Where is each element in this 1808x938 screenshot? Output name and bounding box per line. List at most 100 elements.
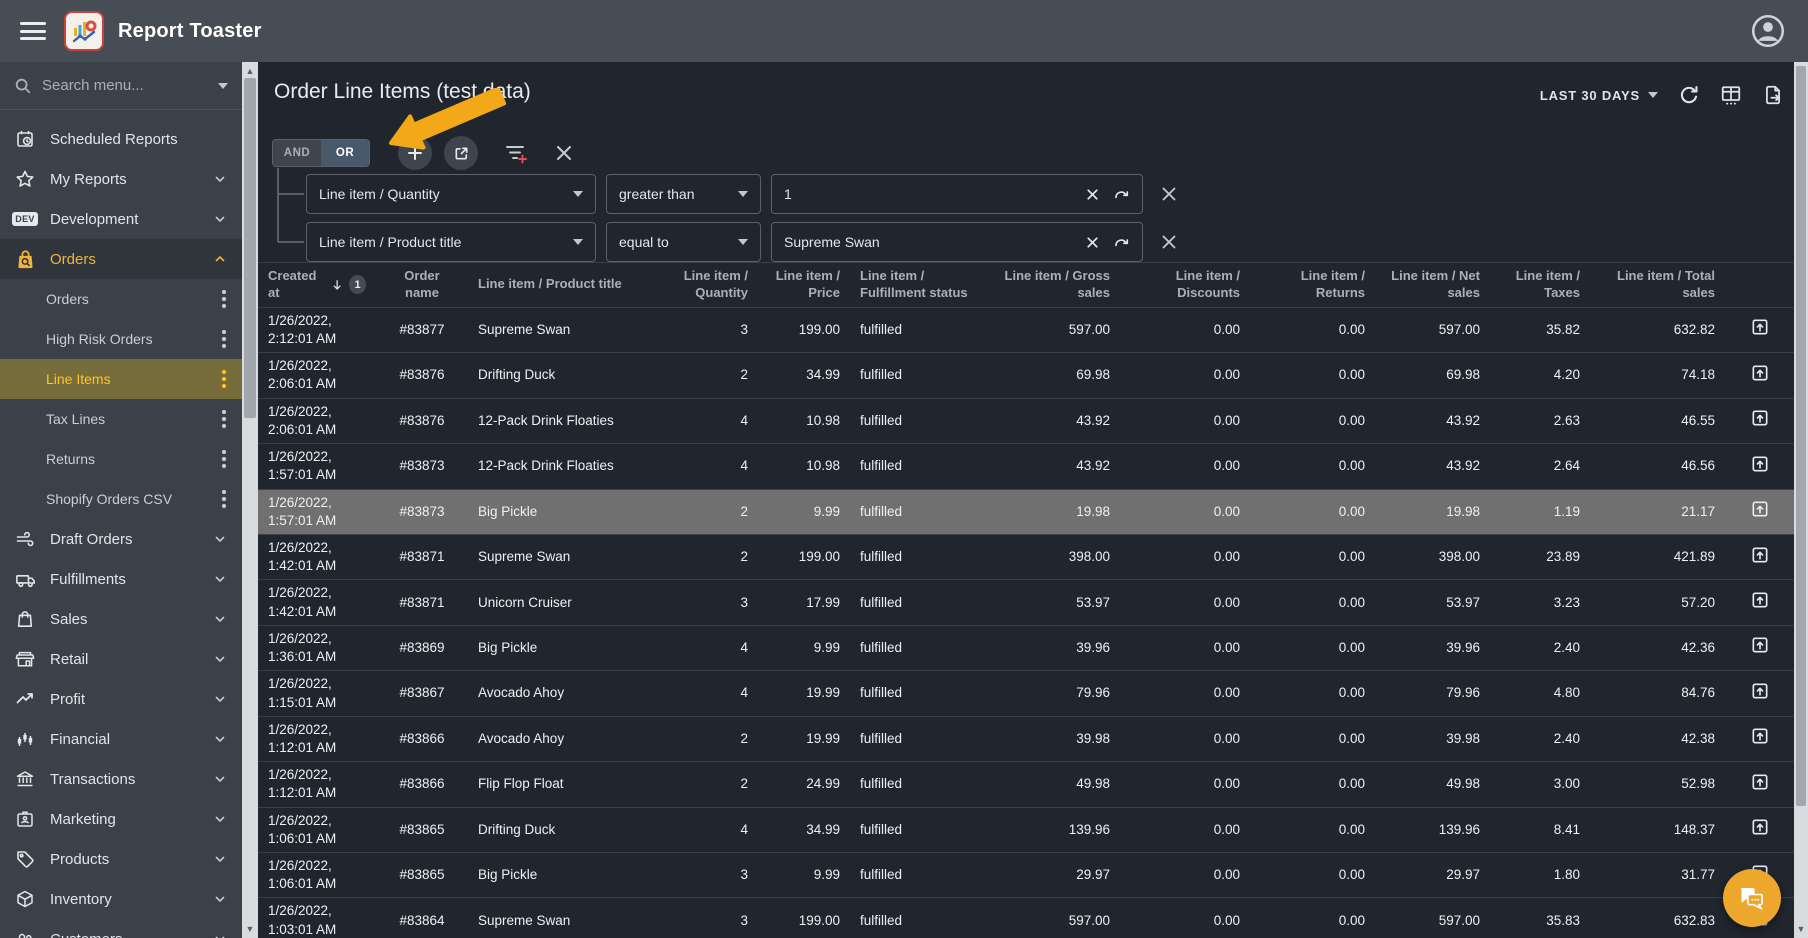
sidebar-item-marketing[interactable]: Marketing — [0, 799, 242, 839]
sidebar-subitem-high-risk-orders[interactable]: High Risk Orders — [0, 319, 242, 359]
taxes-cell: 2.40 — [1490, 625, 1590, 672]
add-filter-group-button[interactable] — [444, 136, 478, 170]
menu-icon[interactable] — [20, 22, 46, 40]
column-header-created-at[interactable]: Created at 1 — [258, 262, 376, 308]
open-order-icon[interactable] — [1750, 590, 1770, 610]
remove-filter-icon[interactable] — [1159, 184, 1179, 204]
more-options-icon[interactable] — [220, 448, 228, 470]
sidebar-item-inventory[interactable]: Inventory — [0, 879, 242, 919]
open-order-icon[interactable] — [1750, 726, 1770, 746]
open-order-icon[interactable] — [1750, 317, 1770, 337]
table-row[interactable]: 1/26/2022, 1:12:01 AM #83866 Avocado Aho… — [258, 716, 1794, 763]
clear-filters-icon[interactable] — [552, 141, 576, 165]
open-order-icon[interactable] — [1750, 817, 1770, 837]
column-header-net-sales[interactable]: Line item / Net sales — [1375, 262, 1490, 308]
filter-operator-select[interactable]: equal to — [606, 222, 761, 262]
sidebar-item-development[interactable]: DEV Development — [0, 199, 242, 239]
filter-add-icon[interactable] — [504, 141, 528, 165]
sidebar-subitem-returns[interactable]: Returns — [0, 439, 242, 479]
sidebar-subitem-orders[interactable]: Orders — [0, 279, 242, 319]
logic-and-button[interactable]: AND — [273, 140, 321, 166]
filter-field-select[interactable]: Line item / Quantity — [306, 174, 596, 214]
chevron-up-icon — [215, 255, 225, 262]
column-header-discounts[interactable]: Line item / Discounts — [1120, 262, 1250, 308]
column-header-gross-sales[interactable]: Line item / Gross sales — [990, 262, 1120, 308]
table-row[interactable]: 1/26/2022, 1:06:01 AM #83865 Drifting Du… — [258, 807, 1794, 854]
sidebar-search[interactable]: Search menu... — [0, 62, 242, 110]
sidebar-item-products[interactable]: Products — [0, 839, 242, 879]
sidebar-item-retail[interactable]: Retail — [0, 639, 242, 679]
filter-field-select[interactable]: Line item / Product title — [306, 222, 596, 262]
column-header-order-name[interactable]: Order name — [376, 262, 468, 308]
column-header-fulfillment-status[interactable]: Line item / Fulfillment status — [850, 262, 990, 308]
remove-filter-icon[interactable] — [1159, 232, 1179, 252]
sidebar-item-my-reports[interactable]: My Reports — [0, 159, 242, 199]
chat-support-button[interactable] — [1723, 869, 1781, 927]
sidebar-item-customers[interactable]: Customers — [0, 919, 242, 938]
open-order-icon[interactable] — [1750, 681, 1770, 701]
open-order-icon[interactable] — [1750, 772, 1770, 792]
filter-value-input[interactable]: 1 — [771, 174, 1143, 214]
table-row[interactable]: 1/26/2022, 1:57:01 AM #83873 12-Pack Dri… — [258, 443, 1794, 490]
sidebar-subitem-tax-lines[interactable]: Tax Lines — [0, 399, 242, 439]
column-header-returns[interactable]: Line item / Returns — [1250, 262, 1375, 308]
price-cell: 24.99 — [758, 761, 850, 808]
gross-sales-cell: 49.98 — [990, 761, 1120, 808]
more-options-icon[interactable] — [220, 368, 228, 390]
column-header-price[interactable]: Line item / Price — [758, 262, 850, 308]
filter-operator-select[interactable]: greater than — [606, 174, 761, 214]
account-avatar-icon[interactable] — [1750, 13, 1786, 49]
refresh-icon[interactable] — [1678, 84, 1700, 106]
sidebar-item-financial[interactable]: Financial — [0, 719, 242, 759]
table-row[interactable]: 1/26/2022, 1:15:01 AM #83867 Avocado Aho… — [258, 670, 1794, 717]
open-order-icon[interactable] — [1750, 363, 1770, 383]
more-options-icon[interactable] — [220, 288, 228, 310]
open-order-icon[interactable] — [1750, 545, 1770, 565]
column-header-taxes[interactable]: Line item / Taxes — [1490, 262, 1590, 308]
redo-icon[interactable] — [1113, 234, 1130, 251]
sidebar-subitem-line-items[interactable]: Line Items — [0, 359, 242, 399]
filter-value-input[interactable]: Supreme Swan — [771, 222, 1143, 262]
export-file-icon[interactable] — [1762, 84, 1784, 106]
table-row[interactable]: 1/26/2022, 1:57:01 AM #83873 Big Pickle … — [258, 489, 1794, 535]
clear-value-icon[interactable] — [1084, 186, 1101, 203]
date-range-selector[interactable]: LAST 30 DAYS — [1540, 88, 1658, 103]
net-sales-cell: 597.00 — [1375, 307, 1490, 354]
more-options-icon[interactable] — [220, 328, 228, 350]
sidebar-item-scheduled-reports[interactable]: Scheduled Reports — [0, 119, 242, 159]
sidebar-scrollbar[interactable]: ▲ ▼ — [242, 62, 258, 938]
open-order-icon[interactable] — [1750, 454, 1770, 474]
sidebar-item-fulfillments[interactable]: Fulfillments — [0, 559, 242, 599]
table-row[interactable]: 1/26/2022, 1:36:01 AM #83869 Big Pickle … — [258, 625, 1794, 672]
sort-order-badge: 1 — [349, 275, 366, 295]
column-header-total-sales[interactable]: Line item / Total sales — [1590, 262, 1725, 308]
more-options-icon[interactable] — [220, 488, 228, 510]
logic-or-button[interactable]: OR — [321, 140, 369, 166]
table-columns-icon[interactable] — [1720, 84, 1742, 106]
sidebar-item-draft-orders[interactable]: Draft Orders — [0, 519, 242, 559]
total-sales-cell: 632.82 — [1590, 307, 1725, 354]
sidebar-item-sales[interactable]: Sales — [0, 599, 242, 639]
table-row[interactable]: 1/26/2022, 2:06:01 AM #83876 Drifting Du… — [258, 352, 1794, 399]
table-row[interactable]: 1/26/2022, 2:06:01 AM #83876 12-Pack Dri… — [258, 398, 1794, 445]
table-row[interactable]: 1/26/2022, 1:03:01 AM #83864 Supreme Swa… — [258, 897, 1794, 938]
column-header-product-title[interactable]: Line item / Product title — [468, 262, 633, 308]
table-row[interactable]: 1/26/2022, 1:06:01 AM #83865 Big Pickle … — [258, 852, 1794, 899]
column-header-quantity[interactable]: Line item / Quantity — [633, 262, 758, 308]
redo-icon[interactable] — [1113, 186, 1130, 203]
more-options-icon[interactable] — [220, 408, 228, 430]
add-filter-button[interactable] — [398, 136, 432, 170]
open-order-icon[interactable] — [1750, 635, 1770, 655]
clear-value-icon[interactable] — [1084, 234, 1101, 251]
table-row[interactable]: 1/26/2022, 1:42:01 AM #83871 Unicorn Cru… — [258, 579, 1794, 626]
table-row[interactable]: 1/26/2022, 1:42:01 AM #83871 Supreme Swa… — [258, 534, 1794, 581]
table-row[interactable]: 1/26/2022, 2:12:01 AM #83877 Supreme Swa… — [258, 307, 1794, 354]
sidebar-item-orders[interactable]: Orders — [0, 239, 242, 279]
sidebar-item-transactions[interactable]: Transactions — [0, 759, 242, 799]
main-scrollbar[interactable]: ▼ — [1794, 62, 1808, 938]
open-order-icon[interactable] — [1750, 499, 1770, 519]
sidebar-subitem-shopify-orders-csv[interactable]: Shopify Orders CSV — [0, 479, 242, 519]
open-order-icon[interactable] — [1750, 408, 1770, 428]
table-row[interactable]: 1/26/2022, 1:12:01 AM #83866 Flip Flop F… — [258, 761, 1794, 808]
sidebar-item-profit[interactable]: Profit — [0, 679, 242, 719]
